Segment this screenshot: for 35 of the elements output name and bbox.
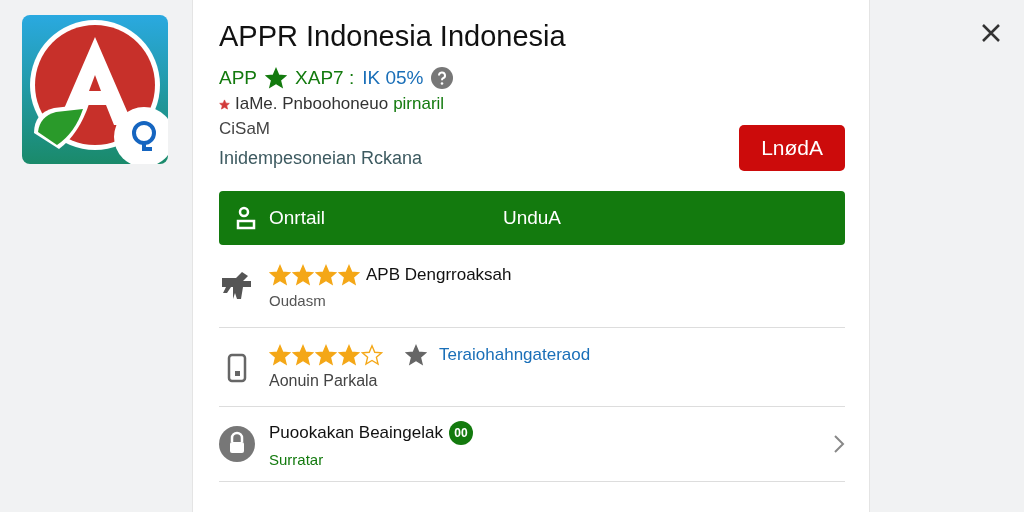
- star-icon: [315, 263, 337, 286]
- app-label: APP: [219, 67, 258, 89]
- star-icon: [269, 344, 291, 366]
- install-bar[interactable]: Onrtail UnduA: [219, 191, 845, 245]
- row-title: Puookakan Beaingelak: [269, 422, 443, 443]
- star-icon: [361, 344, 383, 366]
- row-subtitle: Aonuin Parkala: [269, 372, 379, 390]
- developer-tag: pirnaril: [393, 94, 445, 114]
- install-action: UnduA: [502, 207, 562, 229]
- star-icon: [292, 263, 314, 286]
- star-icon: [292, 344, 314, 366]
- badge: 00: [448, 420, 473, 445]
- star-icon: [338, 344, 360, 366]
- star-icon: [269, 263, 291, 286]
- app-category: Inidempesoneian Rckana: [219, 148, 424, 169]
- action-button[interactable]: LnødA: [739, 125, 845, 171]
- star-icon: [315, 344, 337, 366]
- person-icon: [235, 206, 257, 230]
- developer-name: IaMe. Pnboohoneuo: [235, 94, 389, 114]
- install-label: Onrtail: [269, 207, 325, 229]
- help-icon[interactable]: [431, 67, 454, 89]
- row-subtitle: Surratar: [269, 450, 325, 468]
- app-title: APPR Indonesia Indonesia: [219, 20, 567, 53]
- row-link[interactable]: Teraiohahngateraod: [439, 345, 591, 365]
- star-icon: [219, 98, 230, 110]
- chevron-right-icon[interactable]: [833, 434, 845, 454]
- app-percent: IK 05%: [362, 67, 424, 89]
- star-icon: [265, 67, 288, 89]
- row-title: APB Dengrroaksah: [366, 264, 512, 285]
- star-icon: [405, 344, 427, 366]
- app-code: XAP7 :: [295, 67, 355, 89]
- row-subtitle: Oudasm: [269, 291, 327, 309]
- star-icon: [338, 263, 360, 286]
- lock-icon: [219, 426, 255, 462]
- app-size: CiSaM: [219, 119, 271, 139]
